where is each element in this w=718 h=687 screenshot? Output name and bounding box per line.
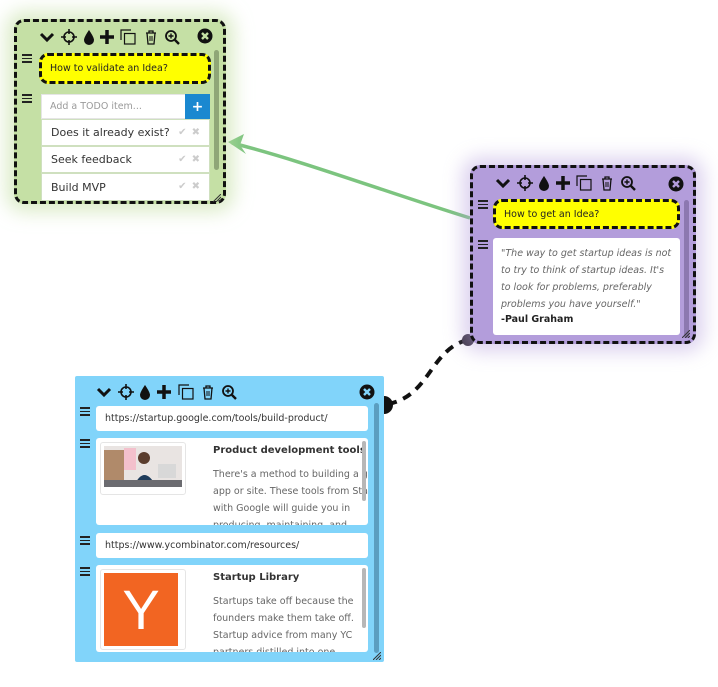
todo-item-text: Seek feedback (51, 153, 132, 166)
color-drop-icon[interactable] (80, 28, 98, 46)
add-todo-button[interactable]: + (185, 94, 210, 119)
resize-handle-icon[interactable] (373, 652, 381, 660)
duplicate-icon[interactable] (575, 174, 593, 192)
todo-item-text: Does it already exist? (51, 126, 170, 139)
zoom-in-icon[interactable] (163, 28, 181, 46)
links-card[interactable]: https://startup.google.com/tools/build-p… (75, 376, 384, 662)
add-plus-icon[interactable] (554, 174, 572, 192)
scrollbar[interactable] (374, 403, 379, 653)
quote-block: "The way to get startup ideas is not to … (493, 238, 680, 335)
quote-author: -Paul Graham (501, 314, 574, 325)
preview-scrollbar[interactable] (362, 568, 366, 628)
resize-handle-icon[interactable] (682, 330, 690, 338)
todo-item-text: Build MVP (51, 180, 106, 194)
preview-scrollbar[interactable] (362, 441, 366, 501)
scrollbar[interactable] (684, 200, 689, 338)
todo-card[interactable]: How to validate an Idea? Add a TODO item… (14, 19, 226, 204)
todo-item[interactable]: Seek feedback ✔ ✖ (41, 146, 210, 173)
close-icon[interactable] (668, 176, 684, 192)
drag-handle-icon[interactable] (478, 240, 488, 250)
add-plus-icon[interactable] (98, 28, 116, 46)
link-preview[interactable]: Product development tools There's a meth… (96, 438, 368, 525)
yc-logo: Y (104, 573, 178, 646)
drag-handle-icon[interactable] (478, 200, 488, 210)
logo-letter: Y (122, 578, 160, 641)
connector-anchor-blue[interactable] (384, 396, 393, 414)
drag-handle-icon[interactable] (80, 567, 90, 577)
trash-icon[interactable] (142, 28, 160, 46)
duplicate-icon[interactable] (177, 383, 195, 401)
zoom-in-icon[interactable] (619, 174, 637, 192)
trash-icon[interactable] (598, 174, 616, 192)
duplicate-icon[interactable] (119, 28, 137, 46)
preview-title: Startup Library (213, 572, 300, 583)
todo-actions[interactable]: ✔ ✖ (178, 181, 201, 192)
collapse-chevron-icon[interactable] (95, 383, 113, 401)
drag-handle-icon[interactable] (22, 54, 32, 64)
trash-icon[interactable] (199, 383, 217, 401)
quote-text: "The way to get startup ideas is not to … (501, 248, 672, 310)
todo-actions[interactable]: ✔ ✖ (178, 127, 201, 138)
close-icon[interactable] (197, 28, 213, 44)
card-toolbar (75, 383, 384, 403)
drag-handle-icon[interactable] (80, 536, 90, 546)
card-toolbar (17, 28, 223, 48)
todo-item[interactable]: Build MVP ✔ ✖ (41, 173, 210, 201)
drag-handle-icon[interactable] (22, 94, 32, 104)
preview-thumbnail (100, 442, 186, 495)
todo-actions[interactable]: ✔ ✖ (178, 154, 201, 165)
preview-description: There's a method to building a good app … (213, 469, 368, 525)
preview-thumbnail: Y (100, 569, 186, 650)
move-crosshair-icon[interactable] (60, 28, 78, 46)
link-url[interactable]: https://www.ycombinator.com/resources/ (96, 533, 368, 558)
dashed-link-blue-to-purple[interactable] (387, 338, 468, 406)
todo-input[interactable]: Add a TODO item... (41, 94, 186, 119)
color-drop-icon[interactable] (535, 174, 553, 192)
card-title[interactable]: How to validate an Idea? (39, 53, 211, 84)
card-title[interactable]: How to get an Idea? (493, 199, 680, 229)
todo-item[interactable]: Does it already exist? ✔ ✖ (41, 119, 210, 146)
scrollbar[interactable] (214, 50, 219, 170)
preview-title: Product development tools (213, 445, 366, 456)
preview-description: Startups take off because the founders m… (213, 596, 354, 652)
quote-card[interactable]: How to get an Idea? "The way to get star… (470, 165, 696, 344)
collapse-chevron-icon[interactable] (494, 174, 512, 192)
arrow-purple-to-green[interactable] (231, 141, 471, 220)
add-plus-icon[interactable] (155, 383, 173, 401)
zoom-in-icon[interactable] (220, 383, 238, 401)
move-crosshair-icon[interactable] (516, 174, 534, 192)
color-drop-icon[interactable] (136, 383, 154, 401)
resize-handle-icon[interactable] (213, 194, 221, 202)
arrowhead-icon (228, 134, 246, 154)
collapse-chevron-icon[interactable] (38, 28, 56, 46)
move-crosshair-icon[interactable] (117, 383, 135, 401)
link-url[interactable]: https://startup.google.com/tools/build-p… (96, 406, 368, 431)
drag-handle-icon[interactable] (80, 439, 90, 449)
drag-handle-icon[interactable] (80, 407, 90, 417)
close-icon[interactable] (359, 384, 375, 400)
link-preview[interactable]: Y Startup Library Startups take off beca… (96, 565, 368, 652)
card-toolbar (473, 174, 693, 194)
